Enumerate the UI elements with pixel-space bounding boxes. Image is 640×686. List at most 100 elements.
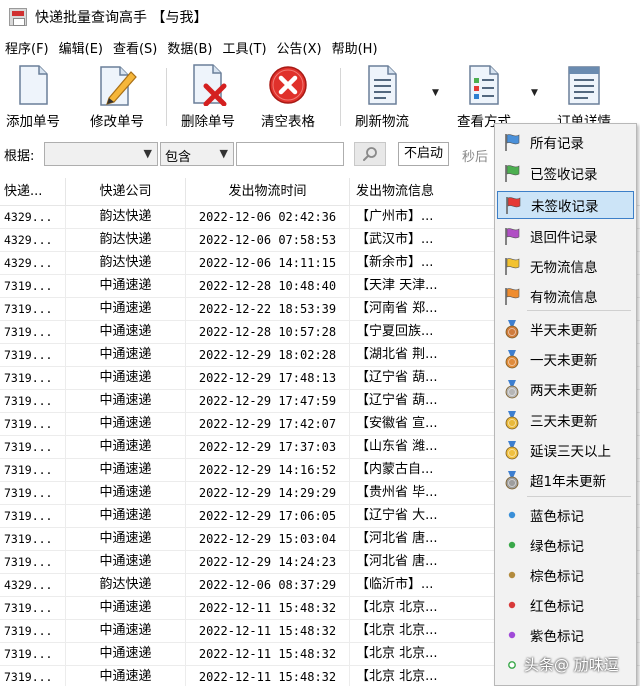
edit-document-icon [95,64,139,106]
table-cell: 【内蒙古自... [350,459,496,482]
delete-number-button[interactable]: 删除单号 [181,64,235,130]
view-mode-dropdown-caret[interactable]: ▼ [531,88,538,98]
menu-separator [527,310,631,311]
table-cell: 2022-12-29 17:48:13 [186,367,350,390]
menu-item[interactable]: 蓝色标记 [497,501,634,529]
table-cell: 7319... [0,413,66,436]
dot-brown-icon [502,565,522,585]
menu-help[interactable]: 帮助(H) [327,38,383,57]
table-cell: 【北京 北京... [350,620,496,643]
table-cell: 7319... [0,298,66,321]
flag-red-icon [503,195,523,215]
delete-document-icon [186,64,230,106]
view-mode-button[interactable]: 查看方式 [457,64,511,130]
menu-item-label: 三天未更新 [530,414,598,430]
refresh-dropdown-caret[interactable]: ▼ [432,88,439,98]
menu-item[interactable]: 退回件记录 [497,222,634,250]
auto-start-select[interactable]: 不启动 [398,142,450,166]
column-header-send-info[interactable]: 发出物流信息 [350,178,496,206]
menu-data[interactable]: 数据(B) [162,38,217,57]
table-cell: 【安徽省 宣... [350,413,496,436]
table-cell: 中通速递 [66,413,186,436]
menu-item[interactable]: 无物流信息 [497,252,634,280]
table-cell: 2022-12-06 14:11:15 [186,252,350,275]
edit-number-button[interactable]: 修改单号 [90,64,144,130]
order-details-button[interactable]: 订单详情 [557,64,611,130]
table-cell: 2022-12-29 17:06:05 [186,505,350,528]
menu-tools[interactable]: 工具(T) [217,38,271,57]
flag-yellow-icon [502,256,522,276]
menu-item-label: 紫色标记 [530,629,584,645]
column-header-company[interactable]: 快递公司 [66,178,186,206]
table-cell: 【新余市】... [350,252,496,275]
menu-item-label: 无物流信息 [530,260,598,276]
keyword-input[interactable] [236,142,344,166]
refresh-logistics-button[interactable]: 刷新物流 [355,64,409,130]
menu-item[interactable]: 有物流信息 [497,282,634,310]
clear-table-button[interactable]: 清空表格 [261,64,315,130]
table-cell: 7319... [0,367,66,390]
chevron-down-icon: ▼ [219,147,228,160]
menu-item[interactable]: 绿色标记 [497,531,634,559]
table-cell: 中通速递 [66,597,186,620]
menu-item-label: 半天未更新 [530,323,598,339]
menu-item[interactable]: 半天未更新 [497,315,634,343]
table-cell: 【宁夏回族... [350,321,496,344]
menu-item[interactable]: 三天未更新 [497,406,634,434]
menu-item-label: 绿色标记 [530,539,584,555]
search-button[interactable] [354,142,386,166]
match-select[interactable]: 包含 ▼ [160,142,234,166]
menu-item[interactable]: 一天未更新 [497,345,634,373]
table-cell: 中通速递 [66,275,186,298]
table-cell: 7319... [0,505,66,528]
menu-item[interactable]: 红色标记 [497,591,634,619]
table-cell: 中通速递 [66,367,186,390]
table-cell: 中通速递 [66,298,186,321]
menu-item[interactable]: 延误三天以上 [497,436,634,464]
table-cell: 中通速递 [66,666,186,686]
menu-item-label: 红色标记 [530,599,584,615]
menu-item[interactable]: 已签收记录 [497,159,634,187]
dot-blue-icon [502,505,522,525]
table-cell: 中通速递 [66,620,186,643]
table-cell: 【贵州省 毕... [350,482,496,505]
table-cell: 2022-12-29 17:37:03 [186,436,350,459]
menu-item[interactable]: 未签收记录 [497,191,634,219]
menu-item-label: 两天未更新 [530,383,598,399]
table-cell: 2022-12-22 18:53:39 [186,298,350,321]
menu-program[interactable]: 程序(F) [0,38,54,57]
menu-item[interactable]: 所有记录 [497,128,634,156]
table-cell: 中通速递 [66,528,186,551]
menu-item-label: 退回件记录 [530,230,598,246]
table-cell: 2022-12-28 10:57:28 [186,321,350,344]
table-cell: 2022-12-11 15:48:32 [186,666,350,686]
menu-item[interactable]: 紫色标记 [497,621,634,649]
table-cell: 4329... [0,229,66,252]
column-header-send-time[interactable]: 发出物流时间 [186,178,350,206]
column-header-number[interactable]: 快递... [0,178,66,206]
table-cell: 韵达快递 [66,206,186,229]
menu-item[interactable]: 超1年未更新 [497,466,634,494]
table-cell: 2022-12-11 15:48:32 [186,620,350,643]
table-cell: 4329... [0,252,66,275]
menu-item[interactable]: 棕色标记 [497,561,634,589]
table-cell: 7319... [0,436,66,459]
dot-purple-icon [502,625,522,645]
table-cell: 【北京 北京... [350,643,496,666]
menu-item-label: 所有记录 [530,136,584,152]
flag-green-icon [502,163,522,183]
menu-announcement[interactable]: 公告(X) [272,38,327,57]
table-cell: 4329... [0,574,66,597]
menu-item[interactable]: 两天未更新 [497,375,634,403]
add-number-button[interactable]: 添加单号 [6,64,60,130]
medal-silver-icon [502,379,522,399]
table-cell: 中通速递 [66,643,186,666]
menu-edit[interactable]: 编辑(E) [54,38,108,57]
dot-red-icon [502,595,522,615]
menu-view[interactable]: 查看(S) [108,38,162,57]
table-cell: 2022-12-29 17:42:07 [186,413,350,436]
flag-blue-icon [502,132,522,152]
table-cell: 2022-12-29 17:47:59 [186,390,350,413]
table-cell: 2022-12-29 14:16:52 [186,459,350,482]
field-select[interactable]: ▼ [44,142,158,166]
